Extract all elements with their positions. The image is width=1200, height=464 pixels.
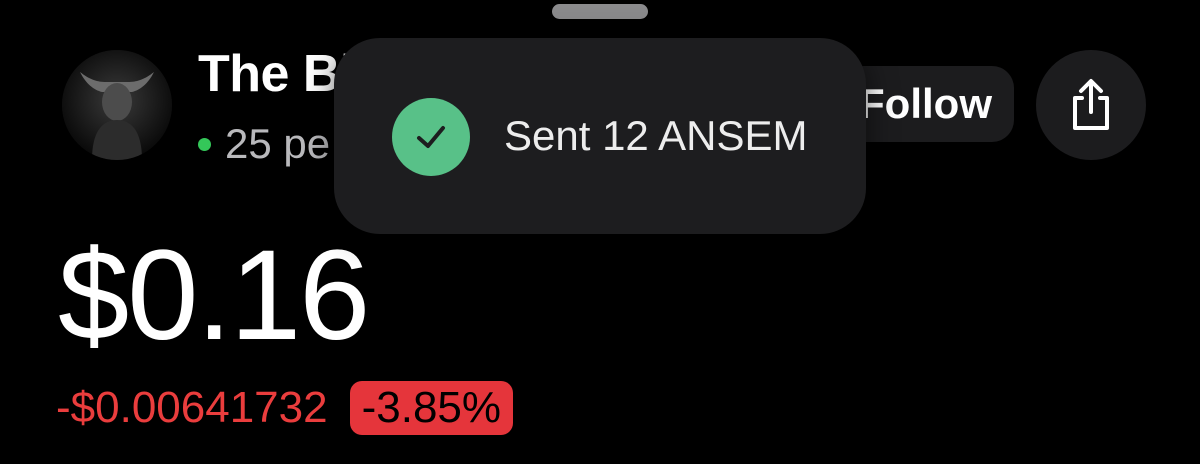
follow-button[interactable]: Follow xyxy=(842,66,1014,142)
bull-avatar xyxy=(62,50,172,160)
community-title: The Bl xyxy=(198,45,354,103)
online-status: 25 pe xyxy=(198,120,330,168)
price-change-amount: -$0.00641732 xyxy=(56,383,328,432)
token-price: $0.16 xyxy=(58,224,370,367)
sheet-grabber[interactable] xyxy=(552,4,648,19)
online-indicator-dot xyxy=(198,137,211,151)
share-button[interactable] xyxy=(1036,50,1146,160)
toast-notification[interactable]: Sent 12 ANSEM xyxy=(334,38,866,234)
price-change: -$0.00641732 -3.85% xyxy=(56,378,514,438)
share-icon xyxy=(1073,79,1109,130)
price-change-percent-badge: -3.85% xyxy=(349,381,514,435)
online-count: 25 pe xyxy=(225,120,331,167)
toast-message: Sent 12 ANSEM xyxy=(504,112,808,159)
check-icon xyxy=(392,98,470,176)
